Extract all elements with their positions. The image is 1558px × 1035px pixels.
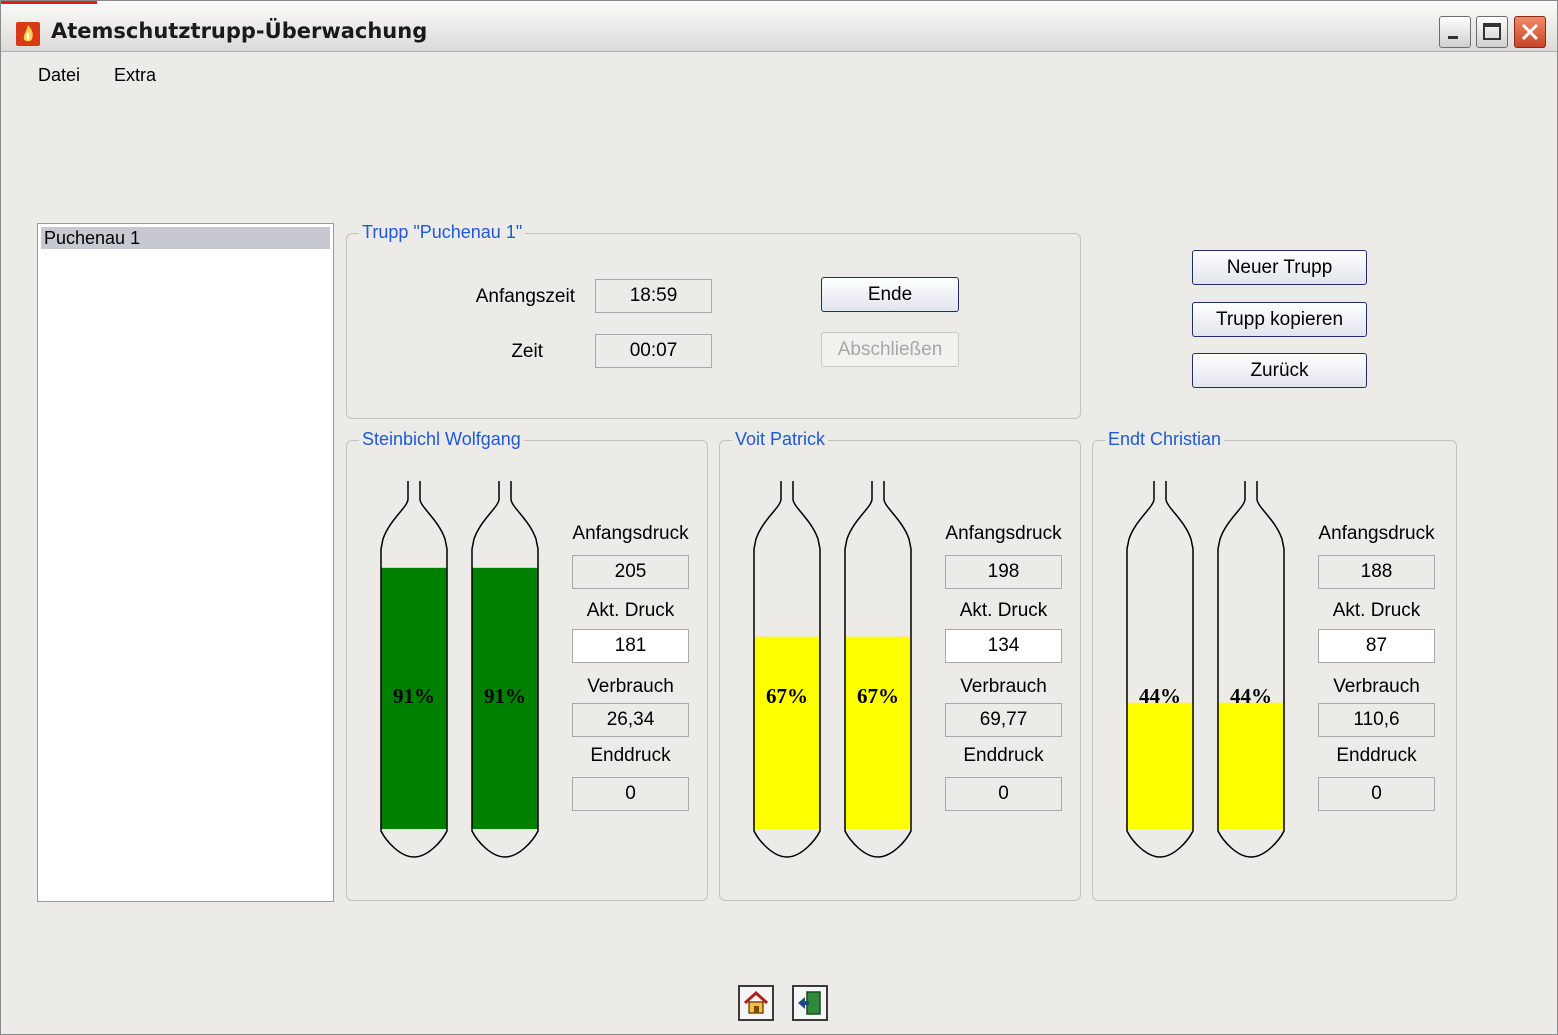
list-item[interactable]: Puchenau 1 xyxy=(41,227,330,249)
member-group-1: Steinbichl Wolfgang 91% 91% Anfangsdruck 20… xyxy=(346,429,708,901)
verbrauch-label: Verbrauch xyxy=(587,676,674,697)
fill-percent-label: 67% xyxy=(766,684,808,708)
anfangszeit-field: 18:59 xyxy=(595,279,712,313)
title-accent xyxy=(1,1,97,4)
trupp-group-title: Trupp "Puchenau 1" xyxy=(359,222,526,243)
fill-percent-label: 67% xyxy=(857,684,899,708)
fill-percent-label: 44% xyxy=(1139,684,1181,708)
member-name: Steinbichl Wolfgang xyxy=(359,429,524,450)
zurueck-button[interactable]: Zurück xyxy=(1192,353,1367,388)
close-button[interactable] xyxy=(1514,16,1546,48)
exit-door-icon xyxy=(798,991,821,1015)
minimize-button[interactable] xyxy=(1439,16,1471,48)
cylinder-fill-level xyxy=(1218,702,1284,829)
maximize-icon xyxy=(1483,23,1501,40)
akt-druck-label: Akt. Druck xyxy=(959,600,1048,621)
verbrauch-field: 26,34 xyxy=(572,703,689,737)
anfangszeit-label: Anfangszeit xyxy=(475,286,575,307)
neuer-trupp-button[interactable]: Neuer Trupp xyxy=(1192,250,1367,285)
zeit-field: 00:07 xyxy=(595,334,712,368)
menu-extra[interactable]: Extra xyxy=(114,65,156,86)
trupp-listbox[interactable]: Puchenau 1 xyxy=(37,223,334,902)
member-name: Voit Patrick xyxy=(732,429,829,450)
anfangsdruck-label: Anfangsdruck xyxy=(945,523,1062,544)
air-cylinder: 67% xyxy=(753,481,821,858)
abschliessen-button[interactable]: Abschließen xyxy=(821,332,959,367)
enddruck-field: 0 xyxy=(572,777,689,811)
anfangsdruck-field: 205 xyxy=(572,555,689,589)
trupp-group: Trupp "Puchenau 1" Anfangszeit 18:59 Zei… xyxy=(346,222,1081,419)
title-bar[interactable]: Atemschutztrupp-Überwachung xyxy=(1,1,1557,52)
trupp-kopieren-button[interactable]: Trupp kopieren xyxy=(1192,302,1367,337)
fill-percent-label: 91% xyxy=(393,684,435,708)
air-cylinder: 67% xyxy=(844,481,912,858)
akt-druck-label: Akt. Druck xyxy=(586,600,675,621)
air-cylinder: 91% xyxy=(471,481,539,858)
akt-druck-label: Akt. Druck xyxy=(1332,600,1421,621)
anfangsdruck-label: Anfangsdruck xyxy=(572,523,689,544)
air-cylinder: 91% xyxy=(380,481,448,858)
enddruck-label: Enddruck xyxy=(590,745,671,766)
member-group-2: Voit Patrick 67% 67% Anfangsdruck 198 Akt. D… xyxy=(719,429,1081,901)
cylinder-fill-level xyxy=(1127,702,1193,829)
enddruck-field: 0 xyxy=(1318,777,1435,811)
minimize-icon xyxy=(1448,36,1458,39)
verbrauch-field: 110,6 xyxy=(1318,703,1435,737)
akt-druck-input[interactable]: 181 xyxy=(572,629,689,663)
zeit-label: Zeit xyxy=(511,341,543,362)
exit-button[interactable] xyxy=(792,985,828,1021)
cylinder-fill-level xyxy=(845,636,911,829)
app-window: Atemschutztrupp-Überwachung Datei Extra … xyxy=(0,0,1558,1035)
verbrauch-field: 69,77 xyxy=(945,703,1062,737)
air-cylinder: 44% xyxy=(1126,481,1194,858)
enddruck-label: Enddruck xyxy=(1336,745,1417,766)
menu-bar: Datei Extra xyxy=(1,53,1557,89)
menu-datei[interactable]: Datei xyxy=(38,65,80,86)
verbrauch-label: Verbrauch xyxy=(1333,676,1420,697)
close-icon xyxy=(1521,23,1539,41)
anfangsdruck-label: Anfangsdruck xyxy=(1318,523,1435,544)
akt-druck-input[interactable]: 87 xyxy=(1318,629,1435,663)
anfangsdruck-field: 188 xyxy=(1318,555,1435,589)
home-icon xyxy=(743,990,769,1014)
home-button[interactable] xyxy=(738,985,774,1021)
fill-percent-label: 44% xyxy=(1230,684,1272,708)
window-title: Atemschutztrupp-Überwachung xyxy=(51,19,428,43)
fire-icon xyxy=(16,22,40,46)
member-name: Endt Christian xyxy=(1105,429,1225,450)
member-group-3: Endt Christian 44% 44% Anfangsdruck 188 Akt.… xyxy=(1092,429,1457,901)
air-cylinder: 44% xyxy=(1217,481,1285,858)
enddruck-label: Enddruck xyxy=(963,745,1044,766)
anfangsdruck-field: 198 xyxy=(945,555,1062,589)
akt-druck-input[interactable]: 134 xyxy=(945,629,1062,663)
maximize-button[interactable] xyxy=(1476,16,1508,48)
verbrauch-label: Verbrauch xyxy=(960,676,1047,697)
ende-button[interactable]: Ende xyxy=(821,277,959,312)
enddruck-field: 0 xyxy=(945,777,1062,811)
cylinder-fill-level xyxy=(754,636,820,829)
fill-percent-label: 91% xyxy=(484,684,526,708)
